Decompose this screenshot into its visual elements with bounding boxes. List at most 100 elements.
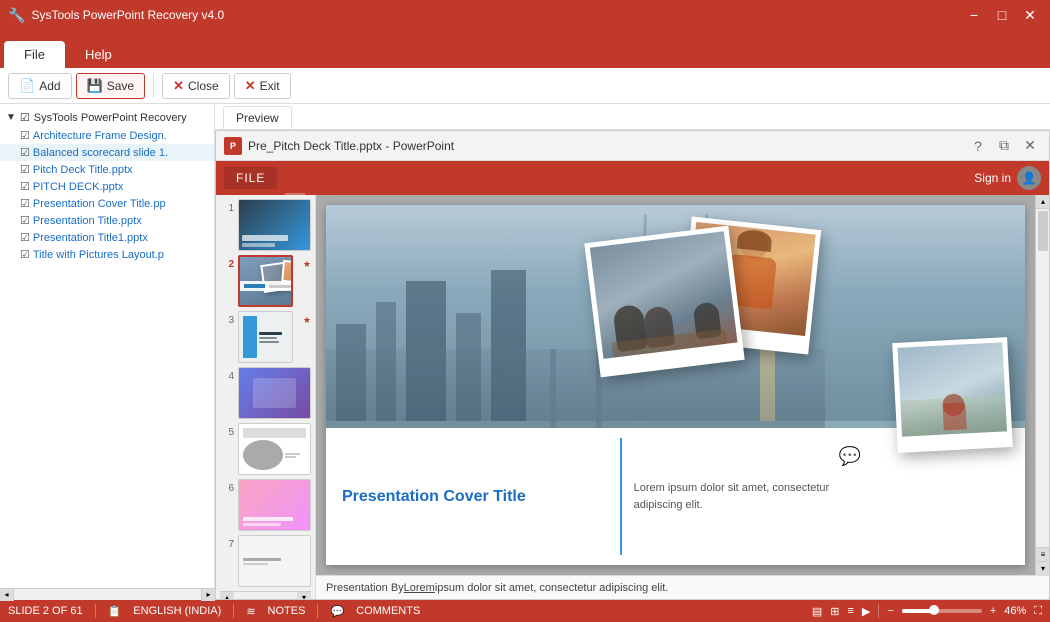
slide-num-7: 7 (220, 535, 234, 550)
title-bar: 🔧 SysTools PowerPoint Recovery v4.0 − □ … (0, 0, 1050, 30)
tree-hscroll[interactable]: ◂ ▸ (0, 588, 215, 600)
exit-button[interactable]: ✕ Exit (234, 73, 291, 99)
exit-icon: ✕ (245, 78, 256, 94)
status-sep-1 (95, 604, 96, 618)
notes-icon: 📋 (108, 605, 122, 618)
tree-item-5[interactable]: ☑ Presentation Cover Title.pp (0, 195, 214, 212)
slide-num-1: 1 (220, 199, 234, 214)
thumb-scroll[interactable]: ▴ ▾ (220, 591, 311, 599)
vscroll-down[interactable]: ▾ (1036, 561, 1049, 575)
item-checkbox-4[interactable]: ☑ (20, 180, 30, 193)
notes-label: NOTES (268, 605, 306, 617)
tree-item-6[interactable]: ☑ Presentation Title.pptx (0, 212, 214, 229)
preview-tab[interactable]: Preview (223, 106, 292, 129)
tree-item-label-2: Balanced scorecard slide 1. (33, 147, 168, 159)
slide-thumb-2[interactable]: 2 (220, 255, 311, 307)
comments-label: COMMENTS (356, 605, 420, 617)
ppt-sign-in[interactable]: Sign in 👤 (974, 166, 1041, 190)
slide-info: SLIDE 2 OF 61 (8, 605, 83, 617)
zoom-minus-icon[interactable]: − (887, 605, 893, 617)
ppt-restore-button[interactable]: ⧉ (993, 135, 1015, 157)
item-checkbox-7[interactable]: ☑ (20, 231, 30, 244)
item-checkbox-5[interactable]: ☑ (20, 197, 30, 210)
view-book-icon[interactable]: ≡ (848, 605, 854, 617)
slide-thumb-4[interactable]: 4 (220, 367, 311, 419)
close-window-button[interactable]: ✕ (1018, 3, 1042, 27)
vscroll-down-mid[interactable]: ≡ (1036, 547, 1049, 561)
slide-img-1[interactable] (238, 199, 311, 251)
slide-img-4[interactable] (238, 367, 311, 419)
maximize-button[interactable]: □ (990, 3, 1014, 27)
tree-item-4[interactable]: ☑ PITCH DECK.pptx (0, 178, 214, 195)
hscroll-right[interactable]: ▸ (201, 589, 215, 601)
ppt-app-icon: P (224, 137, 242, 155)
view-normal-icon[interactable]: ▤ (812, 605, 822, 618)
language-info: ENGLISH (INDIA) (133, 605, 221, 617)
polaroid-1-image (589, 231, 737, 359)
tree-item-8[interactable]: ☑ Title with Pictures Layout.p (0, 246, 214, 263)
slide-num-5: 5 (220, 423, 234, 438)
tree-root[interactable]: ▼ ☑ SysTools PowerPoint Recovery (0, 108, 214, 127)
slide-thumbnails-panel: 1 2 (216, 195, 316, 599)
ppt-title-text: Pre_Pitch Deck Title.pptx - PowerPoint (248, 139, 454, 153)
slide-star-3: ★ (297, 311, 311, 326)
view-present-icon[interactable]: ▶ (862, 605, 870, 618)
item-checkbox-2[interactable]: ☑ (20, 146, 30, 159)
item-checkbox-3[interactable]: ☑ (20, 163, 30, 176)
menu-tab-help[interactable]: Help (65, 41, 132, 68)
close-button[interactable]: ✕ Close (162, 73, 230, 99)
rail-area (326, 349, 825, 428)
tree-item-2[interactable]: ☑ Balanced scorecard slide 1. (0, 144, 214, 161)
item-checkbox-6[interactable]: ☑ (20, 214, 30, 227)
slide-star-2: ★ (297, 255, 311, 270)
slide-thumb-7[interactable]: 7 (220, 535, 311, 587)
slide-img-2[interactable] (238, 255, 293, 307)
thumb-scroll-up[interactable]: ▴ (220, 592, 234, 600)
item-checkbox-1[interactable]: ☑ (20, 129, 30, 142)
polaroid-3 (892, 337, 1013, 453)
main-vscroll[interactable]: ▴ ≡ ▾ (1035, 195, 1049, 575)
slide-img-3[interactable] (238, 311, 293, 363)
user-avatar: 👤 (1017, 166, 1041, 190)
zoom-percent: 46% (1004, 605, 1026, 617)
menu-tab-file[interactable]: File (4, 41, 65, 68)
close-icon: ✕ (173, 78, 184, 94)
ppt-file-button[interactable]: FILE (224, 167, 277, 189)
bottom-text-bar: Presentation By Lorem ipsum dolor sit am… (316, 575, 1049, 599)
ppt-title-controls: ? ⧉ ✕ (967, 135, 1041, 157)
ppt-close-button[interactable]: ✕ (1019, 135, 1041, 157)
slide-canvas: Presentation Cover Title Lorem ipsum dol… (326, 205, 1025, 565)
ppt-help-button[interactable]: ? (967, 135, 989, 157)
slide-img-5[interactable] (238, 423, 311, 475)
tree-item-7[interactable]: ☑ Presentation Title1.pptx (0, 229, 214, 246)
slide-thumb-6[interactable]: 6 (220, 479, 311, 531)
save-button[interactable]: 💾 Save (76, 73, 146, 99)
slide-img-6[interactable] (238, 479, 311, 531)
slide-num-3: 3 (220, 311, 234, 326)
tree-item-3[interactable]: ☑ Pitch Deck Title.pptx (0, 161, 214, 178)
thumb-scroll-down[interactable]: ▾ (297, 592, 311, 600)
toolbar-separator (153, 74, 154, 98)
slide-thumb-5[interactable]: 5 (220, 423, 311, 475)
tree-item-1[interactable]: ☑ Architecture Frame Design. (0, 127, 214, 144)
zoom-plus-icon[interactable]: + (990, 605, 996, 617)
zoom-handle[interactable] (929, 605, 939, 615)
view-grid-icon[interactable]: ⊞ (830, 605, 839, 618)
hscroll-left[interactable]: ◂ (0, 589, 14, 601)
add-button[interactable]: 📄 Add (8, 73, 72, 99)
vscroll-thumb[interactable] (1038, 211, 1048, 251)
status-sep-2 (233, 604, 234, 618)
item-checkbox-8[interactable]: ☑ (20, 248, 30, 261)
root-checkbox[interactable]: ☑ (20, 111, 30, 124)
slide-num-6: 6 (220, 479, 234, 494)
slide-thumb-1[interactable]: 1 (220, 199, 311, 251)
slide-num-2: 2 (220, 255, 234, 270)
slide-thumb-3[interactable]: 3 (220, 311, 311, 363)
vscroll-up[interactable]: ▴ (1036, 195, 1049, 209)
fit-window-icon[interactable]: ⛶ (1034, 605, 1042, 618)
slide-img-7[interactable] (238, 535, 311, 587)
tree-item-label-4: PITCH DECK.pptx (33, 181, 123, 193)
minimize-button[interactable]: − (962, 3, 986, 27)
zoom-slider[interactable] (902, 609, 982, 613)
status-right: ▤ ⊞ ≡ ▶ − + 46% ⛶ (812, 604, 1042, 618)
